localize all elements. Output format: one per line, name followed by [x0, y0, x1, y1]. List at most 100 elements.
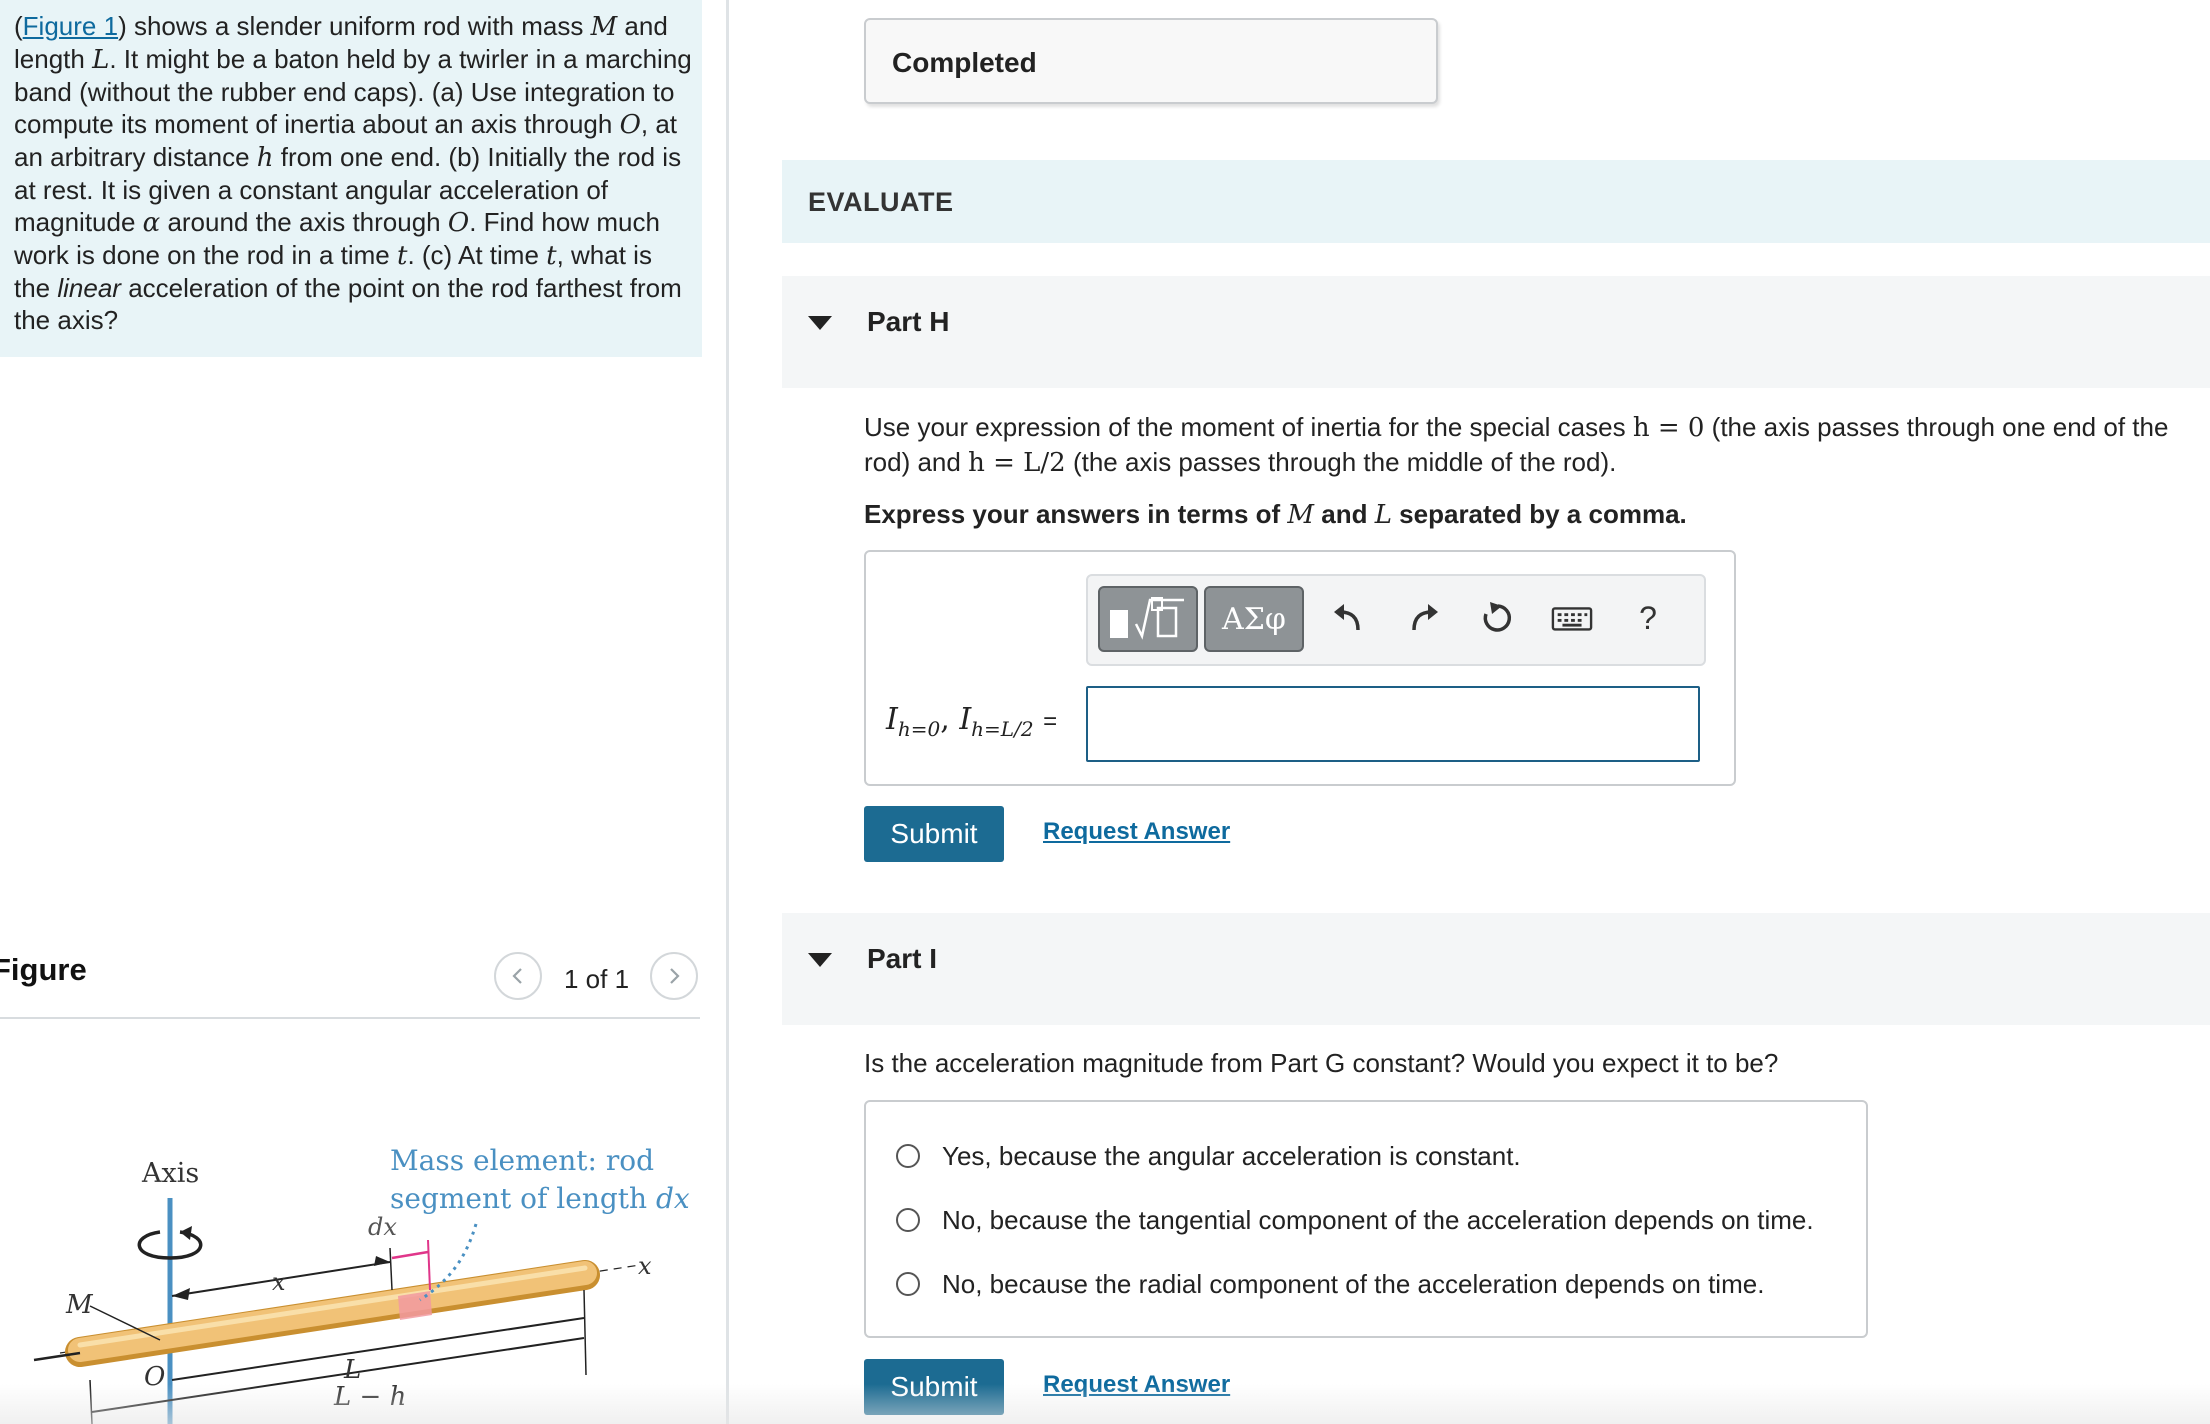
var-M: M	[590, 12, 618, 42]
caret-down-icon	[808, 953, 832, 967]
var-M: M	[1287, 500, 1315, 530]
part-h-request-answer-link[interactable]: Request Answer	[1043, 818, 1230, 846]
redo-button[interactable]	[1404, 598, 1444, 638]
instruction-text: Use your expression of the moment of ine…	[864, 412, 1633, 442]
var-O: O	[619, 110, 641, 140]
completed-label: Completed	[892, 47, 1037, 78]
choice-option-3[interactable]: No, because the radial component of the …	[896, 1264, 1764, 1304]
figure-pager-text: 1 of 1	[564, 964, 630, 994]
evaluate-section-header: EVALUATE	[782, 160, 2210, 243]
mass-element-label-2: segment of length dx	[390, 1182, 690, 1215]
evaluate-label: EVALUATE	[808, 187, 954, 217]
figure-title: Figure	[0, 952, 87, 987]
radio-button[interactable]	[896, 1208, 920, 1232]
templates-button[interactable]	[1098, 586, 1198, 652]
axis-label: Axis	[141, 1158, 199, 1189]
mass-element-dx: dx	[656, 1182, 690, 1215]
next-figure-button[interactable]	[650, 952, 698, 1000]
var-t: t	[546, 241, 557, 271]
arrowhead-icon	[374, 1256, 390, 1266]
templates-icon	[1110, 597, 1184, 640]
express-text: Express your answers in terms of	[864, 499, 1288, 529]
problem-statement-box: (Figure 1) shows a slender uniform rod w…	[0, 0, 702, 357]
part-i-submit-button[interactable]: Submit	[864, 1359, 1004, 1415]
var-h: h	[256, 143, 274, 173]
part-h-submit-button[interactable]: Submit	[864, 806, 1004, 862]
equation-hL2: h = L/2	[968, 448, 1066, 478]
var-t: t	[396, 241, 408, 271]
problem-text: around the axis through	[160, 207, 448, 237]
problem-text: ) shows a slender uniform rod with mass	[118, 11, 591, 41]
radio-button[interactable]	[896, 1144, 920, 1168]
reset-button[interactable]	[1476, 598, 1516, 638]
label-I: I	[959, 702, 972, 737]
choice-option-1[interactable]: Yes, because the angular acceleration is…	[896, 1136, 1521, 1176]
problem-text: . It might be a baton held by a twirler …	[14, 44, 692, 139]
var-L: L	[1374, 500, 1392, 530]
arrowhead-icon	[172, 1288, 190, 1300]
L-tick	[583, 1289, 587, 1376]
answer-box: ΑΣφ ? Ih=0, Ih=L/2 =	[864, 550, 1736, 786]
part-h-express-instructions: Express your answers in terms of M and L…	[864, 497, 1687, 532]
column-divider[interactable]	[726, 0, 729, 1424]
rod-figure: Axis Mass element: rod segment of length…	[33, 1144, 690, 1424]
problem-text: . (c) At time	[407, 240, 547, 270]
keyboard-button[interactable]	[1550, 598, 1594, 638]
dx-tick	[427, 1239, 431, 1291]
answer-label: Ih=0, Ih=L/2 =	[886, 702, 1057, 741]
redo-icon	[1412, 604, 1438, 631]
instruction-text: (the axis passes through the middle of t…	[1065, 447, 1617, 477]
undo-button[interactable]	[1328, 598, 1368, 638]
L-minus-h-tick	[89, 1379, 93, 1424]
figure-link[interactable]: Figure 1	[23, 11, 118, 41]
express-text: separated by a comma.	[1391, 499, 1687, 529]
reset-icon	[1483, 602, 1512, 632]
keyboard-icon	[1551, 607, 1593, 631]
figure-divider	[0, 1017, 700, 1019]
label-comma: ,	[940, 702, 960, 737]
mass-element-text: segment of length	[390, 1182, 656, 1215]
dx-arrow	[391, 1250, 429, 1260]
part-h-instructions: Use your expression of the moment of ine…	[864, 410, 2204, 480]
rod-highlight	[77, 1265, 588, 1348]
var-O: O	[447, 208, 470, 238]
choice-label: Yes, because the angular acceleration is…	[942, 1140, 1521, 1171]
caret-down-icon	[808, 316, 832, 330]
label-subscript: h=L/2	[971, 717, 1034, 741]
label-I: I	[886, 702, 898, 737]
part-i-header[interactable]: Part I	[782, 913, 2210, 1025]
mass-element-label: Mass element: rod	[390, 1144, 654, 1177]
var-alpha: α	[142, 208, 161, 238]
x-axis-label: x	[638, 1252, 652, 1280]
chevron-right-icon	[670, 968, 680, 984]
chevron-left-icon	[512, 968, 522, 984]
math-toolbar: ΑΣφ ?	[1086, 574, 1706, 666]
arrowhead-icon	[180, 1226, 192, 1240]
completed-status: Completed	[864, 18, 1438, 104]
express-text: and	[1314, 499, 1375, 529]
L-label: L	[343, 1355, 361, 1385]
choices-box: Yes, because the angular acceleration is…	[864, 1100, 1868, 1338]
choice-label: No, because the tangential component of …	[942, 1204, 1814, 1235]
x-tick	[389, 1247, 393, 1291]
part-h-header[interactable]: Part H	[782, 276, 2210, 388]
help-button[interactable]: ?	[1628, 598, 1668, 638]
dx-label: dx	[368, 1213, 397, 1241]
label-subscript: h=0	[897, 717, 941, 741]
undo-icon	[1334, 604, 1360, 631]
radio-button[interactable]	[896, 1272, 920, 1296]
L-minus-h-label: L − h	[333, 1382, 406, 1412]
previous-figure-button[interactable]	[494, 952, 542, 1000]
problem-statement: (Figure 1) shows a slender uniform rod w…	[14, 11, 692, 335]
greek-symbols-button[interactable]: ΑΣφ	[1204, 586, 1304, 652]
choice-label: No, because the radial component of the …	[942, 1268, 1765, 1299]
part-i-question: Is the acceleration magnitude from Part …	[864, 1048, 1779, 1078]
O-label: O	[144, 1362, 165, 1392]
left-panel: (Figure 1) shows a slender uniform rod w…	[0, 0, 702, 1424]
part-i-request-answer-link[interactable]: Request Answer	[1043, 1371, 1230, 1399]
answer-input[interactable]	[1086, 686, 1700, 762]
linear-emphasis: linear	[57, 273, 121, 303]
choice-option-2[interactable]: No, because the tangential component of …	[896, 1200, 1814, 1240]
equation-h0: h = 0	[1632, 413, 1705, 443]
label-equals: =	[1043, 708, 1058, 735]
